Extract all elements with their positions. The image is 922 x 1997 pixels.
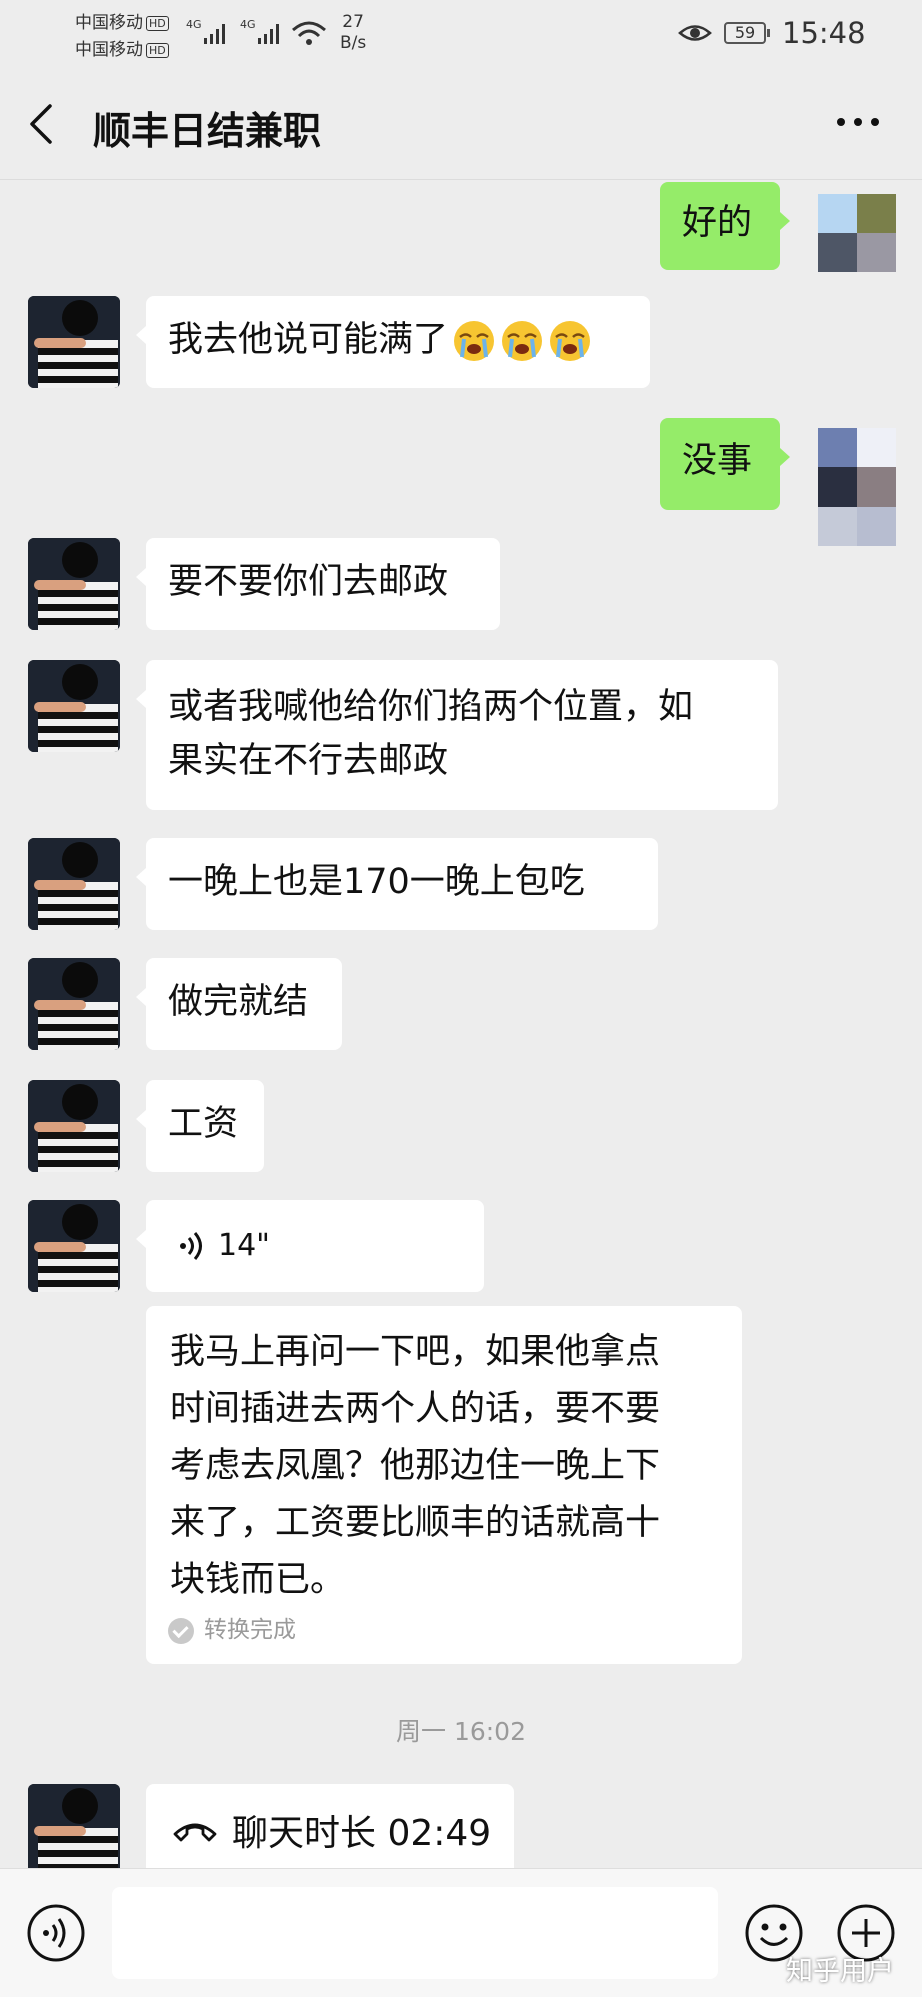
chevron-left-icon[interactable] — [28, 102, 54, 146]
wifi-icon — [292, 21, 326, 45]
message-bubble-outgoing[interactable]: 没事 — [660, 418, 790, 510]
transcript-text: 我马上再问一下吧，如果他拿点 时间插进去两个人的话，要不要 考虑去凤凰？他那边住… — [170, 1324, 718, 1609]
more-dots-icon[interactable] — [836, 116, 880, 128]
hd-badge: HD — [146, 15, 169, 31]
call-record-bubble[interactable]: 聊天时长 02:49 — [146, 1784, 514, 1876]
signal-icon: 4G — [186, 18, 225, 44]
avatar-image — [28, 296, 120, 388]
voice-input-icon[interactable] — [26, 1903, 86, 1963]
net-speed-value: 27 — [342, 12, 364, 32]
net-speed-unit: B/s — [340, 33, 367, 53]
contact-avatar[interactable] — [28, 1080, 120, 1172]
contact-avatar[interactable] — [28, 538, 120, 630]
battery-indicator: 59 — [724, 22, 770, 44]
message-text-line-1: 或者我喊他给你们掐两个位置，如 — [168, 687, 694, 727]
net-speed: 27 B/s — [340, 12, 366, 54]
eye-comfort-icon — [678, 25, 712, 41]
input-bar: 知乎用户 — [0, 1868, 922, 1997]
transcript-status-label: 转换完成 — [204, 1617, 296, 1643]
contact-avatar[interactable] — [28, 1784, 120, 1868]
loudly-crying-emoji-icon — [550, 321, 591, 361]
check-circle-icon — [168, 1617, 194, 1644]
phone-hangup-icon — [173, 1823, 217, 1842]
loudly-crying-emoji-icon — [454, 321, 495, 361]
message-bubble-incoming[interactable]: 要不要你们去邮政 — [136, 538, 500, 630]
voice-wave-icon — [180, 1232, 202, 1260]
my-avatar[interactable] — [818, 194, 896, 272]
carrier-2-label: 中国移动 — [75, 40, 143, 60]
avatar-image — [28, 1200, 120, 1292]
transcript-line: 时间插进去两个人的话，要不要 — [170, 1389, 661, 1429]
message-text: 做完就结 — [168, 982, 309, 1022]
voice-transcript[interactable]: 我马上再问一下吧，如果他拿点 时间插进去两个人的话，要不要 考虑去凤凰？他那边住… — [146, 1306, 742, 1664]
avatar-image — [28, 1080, 120, 1172]
contact-avatar[interactable] — [28, 958, 120, 1050]
message-text: 好的 — [682, 203, 753, 243]
message-bubble-incoming[interactable]: 我去他说可能满了 — [136, 296, 650, 388]
watermark: 知乎用户 — [786, 1956, 894, 1987]
contact-avatar[interactable] — [28, 838, 120, 930]
timestamp: 周一 16:02 — [396, 1717, 526, 1746]
chat-title: 顺丰日结兼职 — [93, 109, 322, 153]
message-bubble-incoming[interactable]: 做完就结 — [136, 958, 342, 1050]
message-bubble-incoming[interactable]: 工资 — [136, 1080, 264, 1172]
transcript-line: 块钱而已。 — [170, 1560, 346, 1600]
transcript-line: 考虑去凤凰？他那边住一晚上下 — [170, 1446, 661, 1486]
carrier-1-label: 中国移动 — [75, 13, 143, 33]
call-duration-label: 聊天时长 02:49 — [232, 1813, 492, 1854]
transcript-status: 转换完成 — [168, 1610, 296, 1644]
contact-avatar[interactable] — [28, 296, 120, 388]
message-text: 要不要你们去邮政 — [168, 562, 449, 602]
avatar-image — [28, 1784, 120, 1868]
loudly-crying-emoji-icon — [502, 321, 543, 361]
message-text: 工资 — [168, 1104, 239, 1144]
avatar-image — [28, 958, 120, 1050]
voice-duration: 14" — [218, 1228, 270, 1263]
message-bubble-incoming[interactable]: 或者我喊他给你们掐两个位置，如 果实在不行去邮政 — [136, 660, 778, 810]
avatar-image — [28, 838, 120, 930]
message-text: 一晚上也是170一晚上包吃 — [168, 862, 585, 902]
clock: 15:48 — [782, 16, 866, 50]
carrier-2: 中国移动 HD — [75, 35, 169, 60]
svg-text:4G: 4G — [240, 18, 256, 31]
message-text-line-2: 果实在不行去邮政 — [168, 741, 449, 781]
transcript-line: 我马上再问一下吧，如果他拿点 — [170, 1332, 661, 1372]
message-text: 我去他说可能满了 — [168, 320, 449, 360]
carrier-1: 中国移动 HD — [75, 8, 169, 33]
message-text: 没事 — [682, 441, 753, 481]
message-bubble-incoming[interactable]: 一晚上也是170一晚上包吃 — [136, 838, 658, 930]
message-bubble-outgoing[interactable]: 好的 — [660, 182, 790, 270]
svg-text:4G: 4G — [186, 18, 202, 31]
hd-badge-2: HD — [146, 42, 169, 58]
message-input[interactable] — [112, 1887, 718, 1979]
chat-header: 顺丰日结兼职 — [0, 66, 922, 180]
status-bar: 中国移动 HD 中国移动 HD 4G 4G 27 B/s 59 15:48 — [0, 0, 922, 66]
transcript-line: 来了，工资要比顺丰的话就高十 — [170, 1503, 661, 1543]
my-avatar[interactable] — [818, 428, 896, 546]
voice-message-bubble[interactable]: 14" — [136, 1200, 484, 1292]
avatar-image — [28, 538, 120, 630]
contact-avatar[interactable] — [28, 660, 120, 752]
contact-avatar[interactable] — [28, 1200, 120, 1292]
avatar-image — [28, 660, 120, 752]
signal-icon-2: 4G — [240, 18, 279, 44]
